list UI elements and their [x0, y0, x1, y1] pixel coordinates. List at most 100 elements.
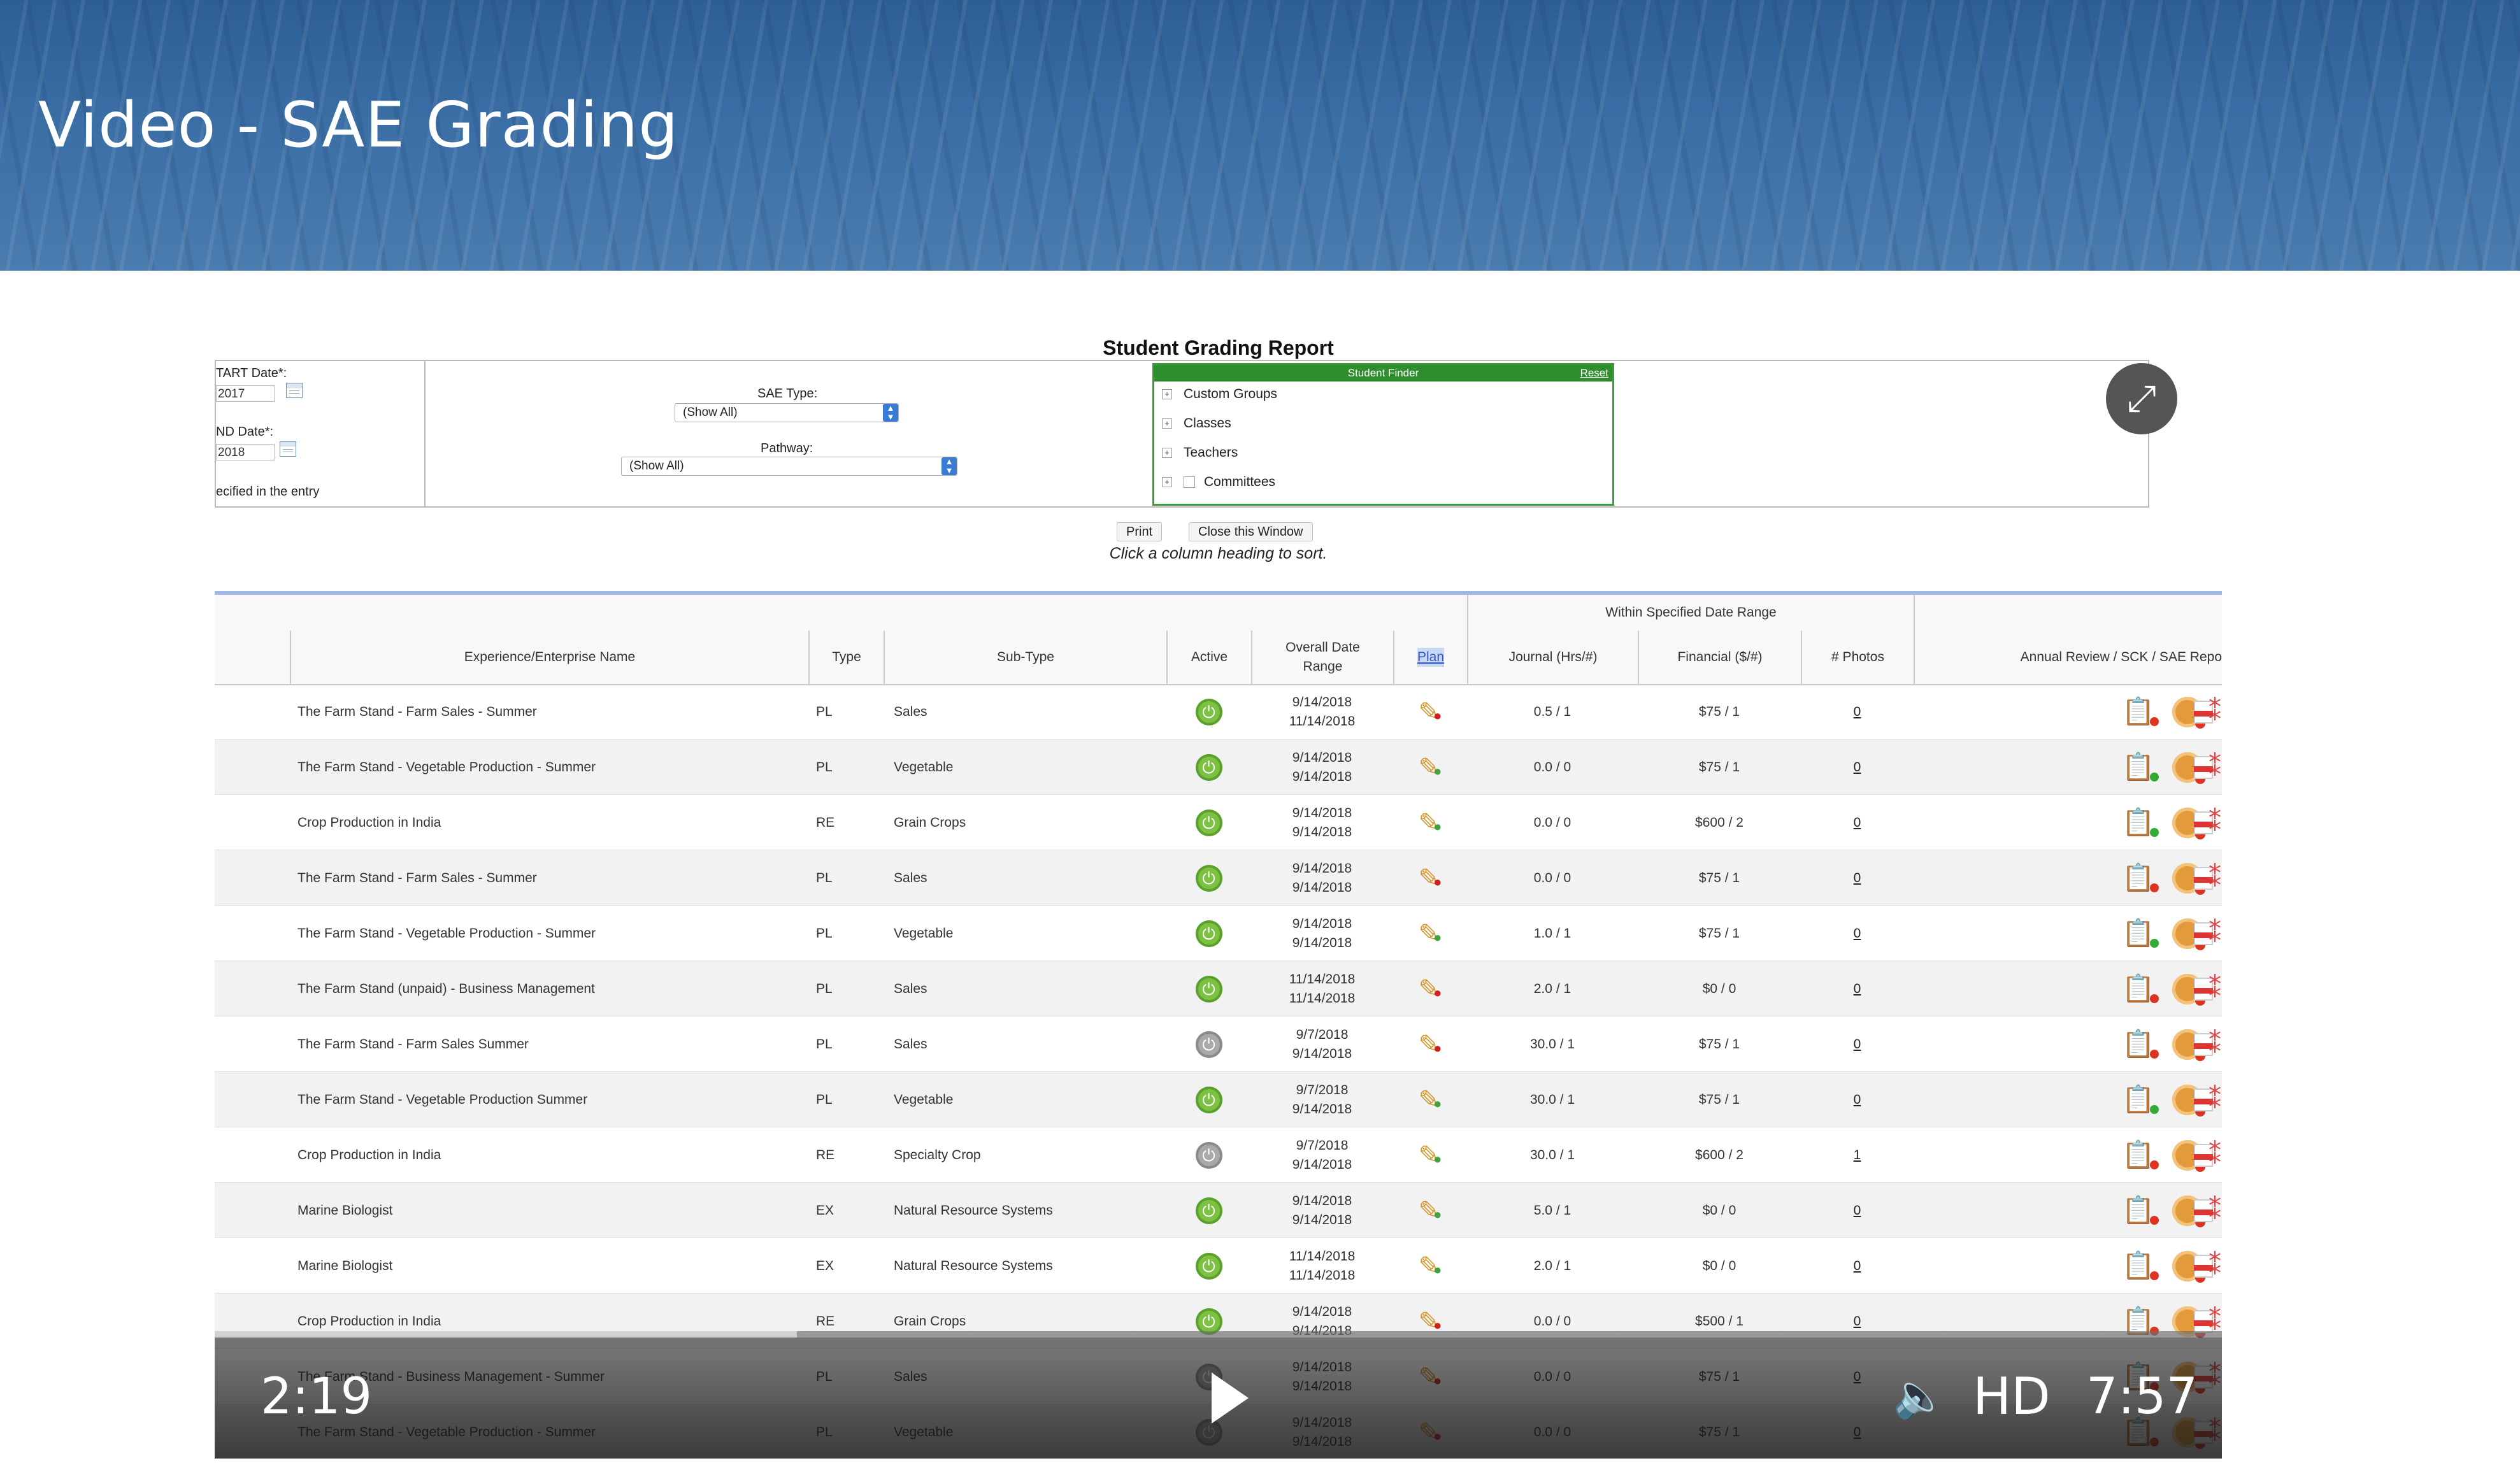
experience-name[interactable]: The Farm Stand - Vegetable Production - …	[297, 906, 801, 961]
photos-count-link[interactable]: 0	[1854, 1092, 1861, 1108]
plan-pencil-icon[interactable]: ✎●	[1419, 919, 1442, 948]
start-date-input[interactable]: 2017	[216, 385, 275, 402]
extra-report-icon[interactable]: ⁑	[2209, 1085, 2221, 1115]
photos-count-link[interactable]: 0	[1854, 1037, 1861, 1052]
table-row[interactable]: The Farm Stand (unpaid) - Business Manag…	[215, 961, 2222, 1017]
photos-count-link[interactable]: 0	[1854, 871, 1861, 886]
quality-button[interactable]: HD	[1973, 1367, 2051, 1426]
column-header-financial[interactable]: Financial ($/#)	[1638, 631, 1801, 684]
plan-pencil-icon[interactable]: ✎●	[1419, 1141, 1442, 1170]
committees-checkbox[interactable]	[1184, 476, 1195, 489]
expand-icon[interactable]: +	[1162, 477, 1172, 488]
start-date-calendar-icon[interactable]	[286, 383, 303, 398]
expand-icon[interactable]: +	[1162, 448, 1172, 459]
annual-review-clipboard-icon[interactable]: 📋	[2122, 696, 2159, 727]
expand-icon[interactable]: +	[1162, 389, 1172, 400]
extra-report-icon[interactable]: ⁑	[2209, 808, 2221, 838]
finder-reset-link[interactable]: Reset	[1580, 365, 1608, 382]
annual-review-clipboard-icon[interactable]: 📋	[2122, 973, 2159, 1004]
experience-name[interactable]: Marine Biologist	[297, 1183, 801, 1238]
experience-name[interactable]: The Farm Stand - Vegetable Production Su…	[297, 1072, 801, 1127]
photos-count-link[interactable]: 1	[1854, 1148, 1861, 1163]
photos-count-link[interactable]: 0	[1854, 704, 1861, 720]
column-header-plan[interactable]: Plan	[1393, 631, 1467, 684]
active-status-icon[interactable]: ⏻	[1195, 1031, 1222, 1058]
plan-pencil-icon[interactable]: ✎●	[1419, 864, 1442, 893]
experience-name[interactable]: The Farm Stand - Farm Sales Summer	[297, 1017, 801, 1072]
plan-pencil-icon[interactable]: ✎●	[1419, 808, 1442, 838]
annual-review-clipboard-icon[interactable]: 📋	[2122, 1139, 2159, 1171]
play-icon[interactable]	[1212, 1373, 1249, 1424]
extra-report-icon[interactable]: ⁑	[2209, 864, 2221, 893]
active-status-icon[interactable]: ⏻	[1195, 920, 1222, 947]
active-status-icon[interactable]: ⏻	[1195, 1252, 1222, 1280]
photos-count-link[interactable]: 0	[1854, 1203, 1861, 1218]
table-row[interactable]: The Farm Stand - Vegetable Production - …	[215, 739, 2222, 795]
extra-report-icon[interactable]: ⁑	[2209, 1141, 2221, 1170]
fullscreen-toggle-icon[interactable]: ⤢	[2106, 363, 2177, 434]
extra-report-icon[interactable]: ⁑	[2209, 697, 2221, 727]
annual-review-clipboard-icon[interactable]: 📋	[2122, 918, 2159, 949]
table-row[interactable]: The Farm Stand - Vegetable Production - …	[215, 906, 2222, 961]
plan-pencil-icon[interactable]: ✎●	[1419, 753, 1442, 782]
annual-review-clipboard-icon[interactable]: 📋	[2122, 752, 2159, 783]
photos-count-link[interactable]: 0	[1854, 1259, 1861, 1274]
photos-count-link[interactable]: 0	[1854, 926, 1861, 941]
volume-icon[interactable]: 🔈	[1893, 1371, 1947, 1422]
active-status-icon[interactable]: ⏻	[1195, 1086, 1222, 1113]
active-status-icon[interactable]: ⏻	[1195, 1197, 1222, 1224]
photos-count-link[interactable]: 0	[1854, 815, 1861, 831]
end-date-input[interactable]: 2018	[216, 444, 275, 460]
column-header-journal[interactable]: Journal (Hrs/#)	[1467, 631, 1638, 684]
table-row[interactable]: Crop Production in India RE Grain Crops ⏻ 9/…	[215, 795, 2222, 850]
extra-report-icon[interactable]: ⁑	[2209, 753, 2221, 782]
column-header-date-range[interactable]: Overall Date Range	[1251, 631, 1393, 684]
active-status-icon[interactable]: ⏻	[1195, 864, 1222, 892]
annual-review-clipboard-icon[interactable]: 📋	[2122, 1084, 2159, 1115]
annual-review-clipboard-icon[interactable]: 📋	[2122, 1195, 2159, 1226]
table-row[interactable]: Marine Biologist EX Natural Resource Syste…	[215, 1183, 2222, 1238]
active-status-icon[interactable]: ⏻	[1195, 753, 1222, 781]
progress-bar[interactable]	[215, 1331, 2222, 1338]
plan-pencil-icon[interactable]: ✎●	[1419, 1252, 1442, 1281]
experience-name[interactable]: The Farm Stand - Farm Sales - Summer	[297, 684, 801, 739]
table-row[interactable]: The Farm Stand - Vegetable Production Su…	[215, 1072, 2222, 1127]
table-row[interactable]: The Farm Stand - Farm Sales Summer PL Sale…	[215, 1017, 2222, 1072]
column-header-name[interactable]: Experience/Enterprise Name	[290, 631, 808, 684]
column-header-subtype[interactable]: Sub-Type	[884, 631, 1166, 684]
plan-pencil-icon[interactable]: ✎●	[1419, 974, 1442, 1004]
annual-review-clipboard-icon[interactable]: 📋	[2122, 862, 2159, 894]
experience-name[interactable]: Crop Production in India	[297, 1127, 801, 1183]
annual-review-clipboard-icon[interactable]: 📋	[2122, 1250, 2159, 1281]
column-header-annual-review[interactable]: Annual Review / SCK / SAE Repo	[1914, 631, 2222, 684]
finder-item-custom-groups[interactable]: + Custom Groups	[1162, 387, 1277, 402]
plan-pencil-icon[interactable]: ✎●	[1419, 1030, 1442, 1059]
active-status-icon[interactable]: ⏻	[1195, 809, 1222, 836]
photos-count-link[interactable]: 0	[1854, 981, 1861, 997]
photos-count-link[interactable]: 0	[1854, 1314, 1861, 1329]
column-header-active[interactable]: Active	[1166, 631, 1251, 684]
extra-report-icon[interactable]: ⁑	[2209, 919, 2221, 948]
table-row[interactable]: The Farm Stand - Farm Sales - Summer PL Sa…	[215, 684, 2222, 739]
table-row[interactable]: The Farm Stand - Farm Sales - Summer PL Sa…	[215, 850, 2222, 906]
finder-item-committees[interactable]: + Committees	[1162, 475, 1275, 490]
annual-review-clipboard-icon[interactable]: 📋	[2122, 1029, 2159, 1060]
finder-item-teachers[interactable]: + Teachers	[1162, 445, 1238, 460]
active-status-icon[interactable]: ⏻	[1195, 975, 1222, 1003]
active-status-icon[interactable]: ⏻	[1195, 698, 1222, 725]
video-frame[interactable]: Student Grading Report TART Date*: 2017 …	[215, 331, 2222, 1459]
close-window-button[interactable]: Close this Window	[1189, 522, 1313, 541]
extra-report-icon[interactable]: ⁑	[2209, 1196, 2221, 1225]
pathway-select[interactable]: (Show All) ▲ ▼	[621, 457, 957, 476]
experience-name[interactable]: Marine Biologist	[297, 1238, 801, 1294]
column-header-type[interactable]: Type	[808, 631, 884, 684]
experience-name[interactable]: The Farm Stand (unpaid) - Business Manag…	[297, 961, 801, 1017]
active-status-icon[interactable]: ⏻	[1195, 1141, 1222, 1169]
column-header-photos[interactable]: # Photos	[1801, 631, 1914, 684]
annual-review-clipboard-icon[interactable]: 📋	[2122, 807, 2159, 838]
photos-count-link[interactable]: 0	[1854, 760, 1861, 775]
extra-report-icon[interactable]: ⁑	[2209, 974, 2221, 1004]
experience-name[interactable]: Crop Production in India	[297, 795, 801, 850]
print-button[interactable]: Print	[1117, 522, 1163, 541]
experience-name[interactable]: The Farm Stand - Vegetable Production - …	[297, 739, 801, 795]
